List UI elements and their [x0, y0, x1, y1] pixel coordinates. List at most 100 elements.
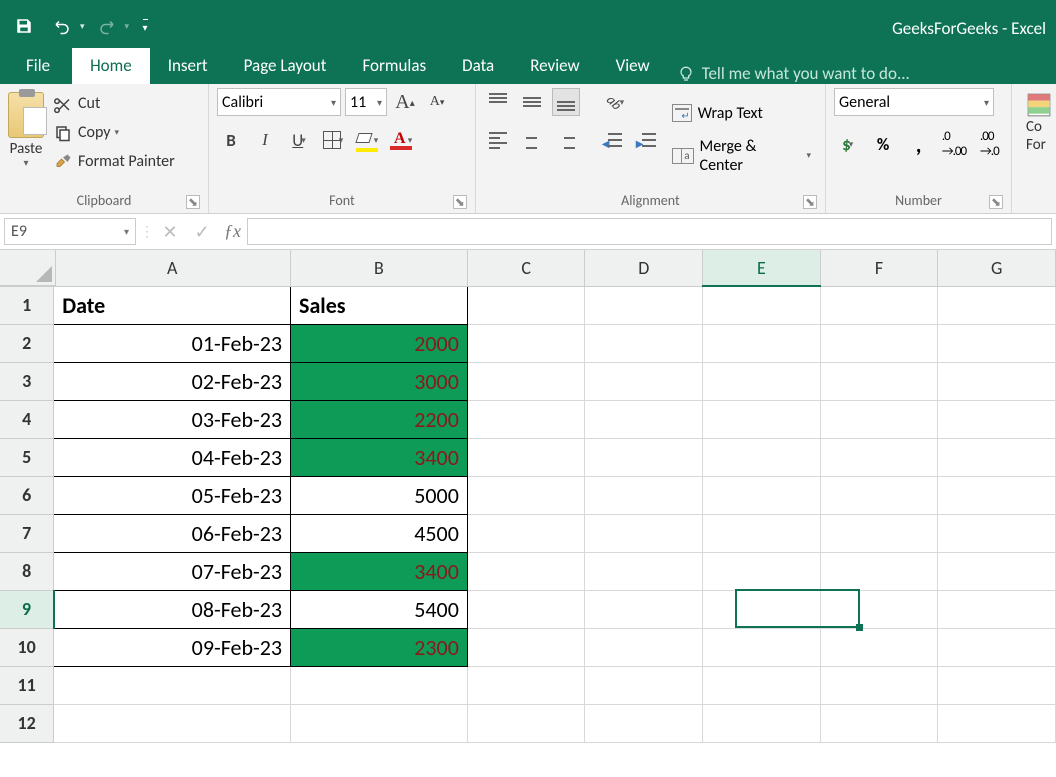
decrease-decimal-button[interactable]: .00→.0: [976, 130, 1003, 158]
wrap-text-button[interactable]: Wrap Text: [666, 100, 817, 127]
italic-button[interactable]: I: [251, 126, 279, 154]
cell-A4[interactable]: 03-Feb-23: [54, 400, 291, 438]
cell-E9[interactable]: [703, 590, 821, 628]
tell-me-search[interactable]: Tell me what you want to do...: [678, 63, 910, 84]
cell-A12[interactable]: [54, 704, 291, 742]
tab-insert[interactable]: Insert: [150, 47, 226, 84]
cell-G2[interactable]: [938, 324, 1056, 362]
increase-decimal-button[interactable]: .0→.00: [940, 130, 967, 158]
cell-F4[interactable]: [820, 400, 938, 438]
cell-E10[interactable]: [703, 628, 821, 666]
alignment-launcher[interactable]: ⬊: [803, 195, 817, 209]
cell-G5[interactable]: [938, 438, 1056, 476]
row-header-7[interactable]: 7: [0, 514, 54, 552]
cell-C2[interactable]: [467, 324, 585, 362]
row-header-12[interactable]: 12: [0, 704, 54, 742]
cell-D12[interactable]: [585, 704, 703, 742]
cell-D11[interactable]: [585, 666, 703, 704]
cell-F11[interactable]: [820, 666, 938, 704]
align-center-button[interactable]: [518, 126, 546, 154]
cell-C9[interactable]: [467, 590, 585, 628]
clipboard-launcher[interactable]: ⬊: [186, 195, 200, 209]
copy-dropdown[interactable]: ▾: [115, 127, 120, 138]
cell-E5[interactable]: [703, 438, 821, 476]
qat-customize[interactable]: ▾: [135, 10, 155, 42]
number-launcher[interactable]: ⬊: [989, 195, 1003, 209]
cell-F8[interactable]: [820, 552, 938, 590]
align-right-button[interactable]: [552, 126, 580, 154]
cell-G10[interactable]: [938, 628, 1056, 666]
cell-C3[interactable]: [467, 362, 585, 400]
cell-B3[interactable]: 3000: [291, 362, 468, 400]
cell-F6[interactable]: [820, 476, 938, 514]
cell-E8[interactable]: [703, 552, 821, 590]
column-header-G[interactable]: G: [938, 250, 1056, 286]
undo-dropdown[interactable]: ▾: [80, 21, 85, 32]
merge-dropdown[interactable]: ▾: [806, 150, 811, 161]
tab-home[interactable]: Home: [72, 47, 150, 84]
cell-G8[interactable]: [938, 552, 1056, 590]
cell-A7[interactable]: 06-Feb-23: [54, 514, 291, 552]
cell-E1[interactable]: [703, 286, 821, 324]
underline-button[interactable]: U▾: [285, 126, 313, 154]
cell-G4[interactable]: [938, 400, 1056, 438]
cell-B9[interactable]: 5400: [291, 590, 468, 628]
conditional-formatting-button[interactable]: Co For: [1020, 88, 1056, 154]
cell-C4[interactable]: [467, 400, 585, 438]
row-header-3[interactable]: 3: [0, 362, 54, 400]
cell-G7[interactable]: [938, 514, 1056, 552]
cell-A6[interactable]: 05-Feb-23: [54, 476, 291, 514]
cell-C10[interactable]: [467, 628, 585, 666]
fill-color-button[interactable]: ▾: [353, 126, 381, 154]
cell-G1[interactable]: [938, 286, 1056, 324]
formula-input[interactable]: [247, 218, 1052, 245]
cell-C5[interactable]: [467, 438, 585, 476]
font-size-combo[interactable]: 11▾: [345, 88, 387, 116]
row-header-6[interactable]: 6: [0, 476, 54, 514]
cell-D6[interactable]: [585, 476, 703, 514]
increase-indent-button[interactable]: ▶: [632, 126, 660, 154]
cell-G12[interactable]: [938, 704, 1056, 742]
cell-D1[interactable]: [585, 286, 703, 324]
cell-C11[interactable]: [467, 666, 585, 704]
column-header-B[interactable]: B: [291, 250, 468, 286]
cell-F7[interactable]: [820, 514, 938, 552]
row-header-2[interactable]: 2: [0, 324, 54, 362]
cell-F3[interactable]: [820, 362, 938, 400]
align-top-button[interactable]: [484, 88, 512, 116]
row-header-10[interactable]: 10: [0, 628, 54, 666]
cell-B5[interactable]: 3400: [291, 438, 468, 476]
cell-D7[interactable]: [585, 514, 703, 552]
cell-D10[interactable]: [585, 628, 703, 666]
cell-G9[interactable]: [938, 590, 1056, 628]
cell-C7[interactable]: [467, 514, 585, 552]
worksheet[interactable]: ABCDEFG1DateSales201-Feb-232000302-Feb-2…: [0, 250, 1056, 743]
cell-E11[interactable]: [703, 666, 821, 704]
cell-E2[interactable]: [703, 324, 821, 362]
cell-D5[interactable]: [585, 438, 703, 476]
redo-dropdown[interactable]: ▾: [125, 21, 130, 32]
cell-A3[interactable]: 02-Feb-23: [54, 362, 291, 400]
cell-F5[interactable]: [820, 438, 938, 476]
row-header-8[interactable]: 8: [0, 552, 54, 590]
column-header-F[interactable]: F: [820, 250, 938, 286]
cancel-formula-button[interactable]: ✕: [154, 214, 186, 249]
cell-A1[interactable]: Date: [54, 286, 291, 324]
cell-B2[interactable]: 2000: [291, 324, 468, 362]
tab-page-layout[interactable]: Page Layout: [226, 47, 345, 84]
decrease-font-button[interactable]: A▾: [423, 88, 451, 116]
align-middle-button[interactable]: [518, 88, 546, 116]
cell-A8[interactable]: 07-Feb-23: [54, 552, 291, 590]
cell-D9[interactable]: [585, 590, 703, 628]
paste-dropdown[interactable]: ▾: [23, 156, 28, 169]
column-header-D[interactable]: D: [585, 250, 703, 286]
column-header-C[interactable]: C: [467, 250, 585, 286]
merge-center-button[interactable]: a Merge & Center ▾: [666, 133, 817, 179]
redo-button[interactable]: [91, 10, 123, 42]
save-button[interactable]: [8, 10, 40, 42]
column-header-E[interactable]: E: [703, 250, 821, 286]
enter-formula-button[interactable]: ✓: [186, 214, 218, 249]
format-painter-button[interactable]: Format Painter: [50, 150, 179, 173]
cell-F10[interactable]: [820, 628, 938, 666]
cell-F2[interactable]: [820, 324, 938, 362]
